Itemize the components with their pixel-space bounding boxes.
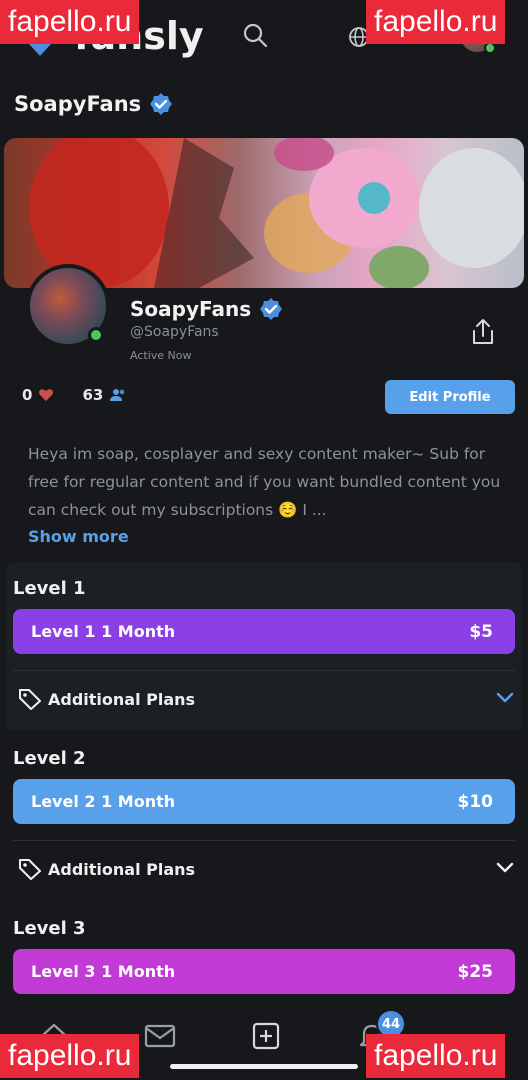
profile-bio: Heya im soap, cosplayer and sexy content… bbox=[28, 445, 501, 519]
tier-plan-button[interactable]: Level 2 1 Month $10 bbox=[13, 779, 515, 824]
search-icon[interactable] bbox=[242, 22, 268, 48]
divider bbox=[13, 840, 515, 841]
additional-plans-label: Additional Plans bbox=[48, 859, 196, 879]
chevron-down-icon[interactable] bbox=[496, 862, 514, 874]
likes-count: 0 bbox=[22, 386, 33, 404]
tier-title: Level 1 bbox=[13, 578, 86, 599]
page-title: SoapyFans bbox=[14, 92, 173, 116]
profile-display-name: SoapyFans bbox=[130, 297, 252, 321]
tier-plan-button[interactable]: Level 3 1 Month $25 bbox=[13, 949, 515, 994]
tier-plan-label: Level 1 1 Month bbox=[31, 622, 176, 641]
home-indicator[interactable] bbox=[170, 1064, 358, 1069]
additional-plans-label: Additional Plans bbox=[48, 689, 196, 709]
tier-title: Level 2 bbox=[13, 748, 86, 769]
watermark-top-right: fapello.ru bbox=[366, 0, 506, 44]
watermark-bottom-right: fapello.ru bbox=[366, 1034, 506, 1078]
additional-plans-toggle[interactable]: Additional Plans bbox=[18, 858, 195, 880]
page-title-text: SoapyFans bbox=[14, 92, 142, 116]
tier-plan-button[interactable]: Level 1 1 Month $5 bbox=[13, 609, 515, 654]
online-status-dot bbox=[88, 327, 104, 343]
heart-icon bbox=[39, 389, 54, 401]
create-post-icon[interactable] bbox=[252, 1022, 280, 1050]
followers-icon bbox=[110, 389, 125, 401]
tier-price: $25 bbox=[457, 961, 494, 982]
show-more-link[interactable]: Show more bbox=[28, 527, 129, 546]
watermark-top-left: fapello.ru bbox=[0, 0, 140, 44]
messages-icon[interactable] bbox=[144, 1024, 176, 1050]
watermark-bottom-left: fapello.ru bbox=[0, 1034, 140, 1078]
edit-profile-button[interactable]: Edit Profile bbox=[385, 380, 515, 414]
profile-handle: @SoapyFans bbox=[130, 324, 219, 340]
tag-icon bbox=[19, 859, 41, 880]
divider bbox=[13, 670, 515, 671]
profile-name: SoapyFans bbox=[130, 297, 283, 321]
chevron-down-icon[interactable] bbox=[496, 692, 514, 704]
tag-icon bbox=[19, 689, 41, 710]
additional-plans-toggle[interactable]: Additional Plans bbox=[18, 688, 195, 710]
verified-badge-icon bbox=[150, 93, 173, 115]
verified-badge-icon bbox=[260, 298, 283, 320]
tier-price: $10 bbox=[457, 791, 494, 812]
tier-plan-label: Level 2 1 Month bbox=[31, 792, 176, 811]
followers-count: 63 bbox=[82, 386, 104, 404]
share-icon[interactable] bbox=[470, 318, 496, 346]
tier-plan-label: Level 3 1 Month bbox=[31, 962, 176, 981]
profile-stats: 0 63 bbox=[22, 386, 127, 404]
profile-status: Active Now bbox=[130, 349, 192, 362]
tier-title: Level 3 bbox=[13, 918, 86, 939]
tier-price: $5 bbox=[469, 621, 493, 642]
